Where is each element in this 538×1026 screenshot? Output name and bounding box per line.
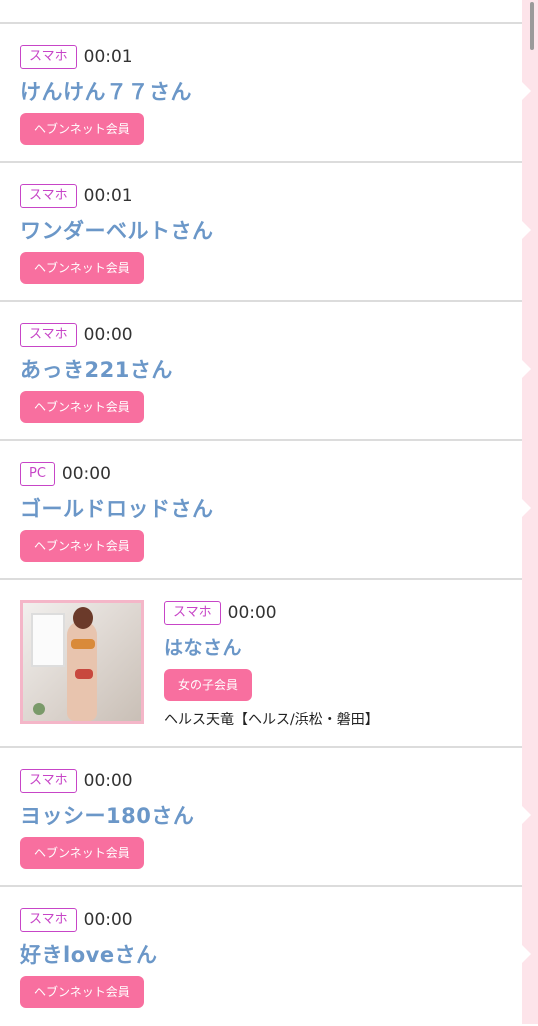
list-item: スマホ 00:01 けんけん７７さん ヘブンネット会員 xyxy=(0,24,522,163)
device-badge: スマホ xyxy=(20,184,77,208)
scrollbar-thumb[interactable] xyxy=(530,2,534,50)
device-badge: スマホ xyxy=(20,908,77,932)
visit-time: 00:00 xyxy=(83,771,133,791)
visitor-name-link[interactable]: あっき221さん xyxy=(20,355,522,385)
member-badge[interactable]: ヘブンネット会員 xyxy=(20,976,144,1008)
visit-time: 00:00 xyxy=(227,603,277,623)
previous-entry-stub xyxy=(0,0,522,24)
visit-time: 00:01 xyxy=(83,47,133,67)
visit-time: 00:00 xyxy=(83,325,133,345)
visitor-name-link[interactable]: 好きloveさん xyxy=(20,940,522,970)
list-item: スマホ 00:00 好きloveさん ヘブンネット会員 xyxy=(0,887,522,1026)
side-decoration xyxy=(522,0,538,1024)
device-badge: PC xyxy=(20,462,55,486)
visitor-list: スマホ 00:01 けんけん７７さん ヘブンネット会員 スマホ 00:01 ワン… xyxy=(0,0,522,1026)
visitor-name-link[interactable]: ゴールドロッドさん xyxy=(20,494,522,524)
list-item: スマホ 00:01 ワンダーベルトさん ヘブンネット会員 xyxy=(0,163,522,302)
visitor-name-link[interactable]: けんけん７７さん xyxy=(20,77,522,107)
member-badge[interactable]: 女の子会員 xyxy=(164,669,253,701)
visitor-name-link[interactable]: ヨッシー180さん xyxy=(20,801,522,831)
visit-time: 00:00 xyxy=(83,910,133,930)
visitor-name-link[interactable]: ワンダーベルトさん xyxy=(20,216,522,246)
visit-time: 00:00 xyxy=(61,464,111,484)
shop-name[interactable]: ヘルス天竜【ヘルス/浜松・磐田】 xyxy=(164,709,379,729)
list-item-girl: スマホ 00:00 はなさん 女の子会員 ヘルス天竜【ヘルス/浜松・磐田】 xyxy=(0,580,522,748)
device-badge: スマホ xyxy=(20,323,77,347)
list-item: スマホ 00:00 あっき221さん ヘブンネット会員 xyxy=(0,302,522,441)
member-badge[interactable]: ヘブンネット会員 xyxy=(20,391,144,423)
member-badge[interactable]: ヘブンネット会員 xyxy=(20,837,144,869)
device-badge: スマホ xyxy=(164,601,221,625)
girl-photo[interactable] xyxy=(20,600,144,724)
member-badge[interactable]: ヘブンネット会員 xyxy=(20,252,144,284)
member-badge[interactable]: ヘブンネット会員 xyxy=(20,530,144,562)
list-item: PC 00:00 ゴールドロッドさん ヘブンネット会員 xyxy=(0,441,522,580)
member-badge[interactable]: ヘブンネット会員 xyxy=(20,113,144,145)
list-item: スマホ 00:00 ヨッシー180さん ヘブンネット会員 xyxy=(0,748,522,887)
visit-time: 00:01 xyxy=(83,186,133,206)
device-badge: スマホ xyxy=(20,45,77,69)
visitor-name-link[interactable]: はなさん xyxy=(164,633,379,663)
device-badge: スマホ xyxy=(20,769,77,793)
